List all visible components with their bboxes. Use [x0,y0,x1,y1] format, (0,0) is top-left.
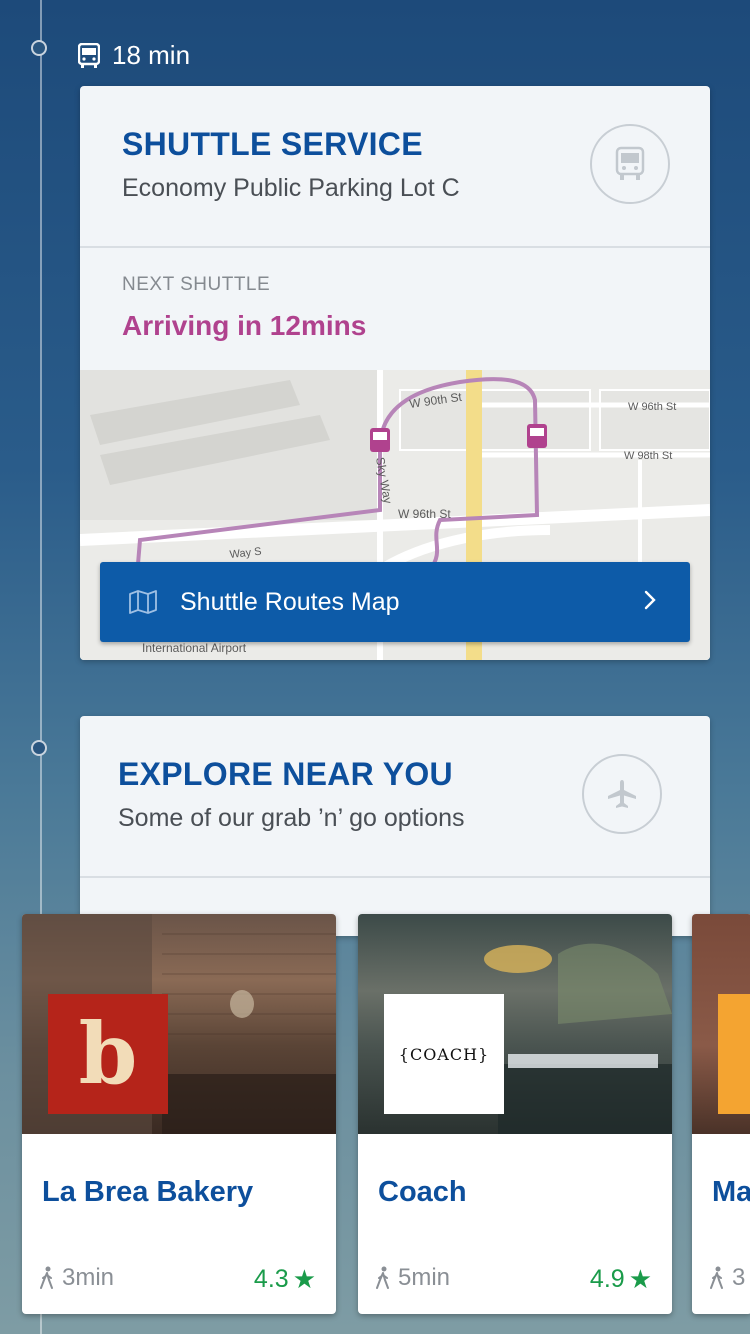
walking-icon [710,1266,723,1289]
bus-icon [78,42,100,68]
timeline-node [31,40,47,56]
walking-icon [40,1266,53,1289]
walk-time: 5min [376,1264,450,1292]
card-header: EXPLORE NEAR YOU Some of our grab ’n’ go… [80,716,710,878]
place-photo: {COACH} [358,914,672,1134]
brand-logo: {COACH} [384,994,504,1114]
walk-time-text: 3 [732,1264,746,1291]
place-name: La Brea Bakery [42,1176,254,1208]
shuttle-map[interactable]: W 90th St W 96th St W 98th St W 96th St … [80,370,710,660]
card-subtitle: Economy Public Parking Lot C [122,174,460,202]
place-name: Ma [712,1176,750,1208]
next-shuttle-eta: Arriving in 12mins [122,310,367,341]
place-photo: b [22,914,336,1134]
explore-near-you-card[interactable]: EXPLORE NEAR YOU Some of our grab ’n’ go… [80,716,710,936]
walk-time: 3 [710,1264,745,1292]
card-title: SHUTTLE SERVICE [122,126,423,162]
airplane-icon [582,754,662,834]
place-name: Coach [378,1176,467,1208]
duration-text: 18 min [112,40,191,70]
rating-value: 4.3 [253,1265,289,1293]
star-icon: ★ [628,1264,652,1294]
rating: 4.9 ★ [590,1264,652,1295]
place-card[interactable]: Ma 3 [692,914,750,1314]
rating: 4.3 ★ [254,1264,316,1295]
star-icon: ★ [292,1264,316,1294]
shuttle-routes-map-button[interactable]: Shuttle Routes Map [100,562,690,642]
next-shuttle: NEXT SHUTTLE Arriving in 12mins [80,248,710,370]
logo-text: {COACH} [398,1044,490,1064]
step-duration: 18 min [78,40,190,71]
map-street-label: W 96th St [398,507,451,521]
bus-marker-icon [527,424,547,448]
shuttle-service-card[interactable]: SHUTTLE SERVICE Economy Public Parking L… [80,86,710,660]
brand-logo: b [48,994,168,1114]
logo-text: b [78,1004,138,1103]
brand-logo [718,994,750,1114]
card-title: EXPLORE NEAR YOU [118,756,453,792]
card-subtitle: Some of our grab ’n’ go options [118,804,465,832]
place-card[interactable]: b La Brea Bakery 3min 4.3 ★ [22,914,336,1314]
places-carousel[interactable]: b La Brea Bakery 3min 4.3 ★ {COACH} Coac… [22,914,750,1314]
bus-icon [590,124,670,204]
map-street-label: W 96th St [628,401,676,413]
chevron-right-icon [644,590,656,610]
routes-button-label: Shuttle Routes Map [180,587,400,616]
walking-icon [376,1266,389,1289]
map-place-label: International Airport [142,641,247,655]
walk-time: 3min [40,1264,114,1292]
next-shuttle-label: NEXT SHUTTLE [122,274,271,295]
bus-marker-icon [370,428,390,452]
place-photo [692,914,750,1134]
timeline-node [31,740,47,756]
map-street-label: W 98th St [624,450,672,462]
card-header: SHUTTLE SERVICE Economy Public Parking L… [80,86,710,248]
rating-value: 4.9 [589,1265,625,1293]
place-card[interactable]: {COACH} Coach 5min 4.9 ★ [358,914,672,1314]
walk-time-text: 3min [62,1264,115,1291]
map-icon [129,590,157,614]
walk-time-text: 5min [398,1264,451,1291]
